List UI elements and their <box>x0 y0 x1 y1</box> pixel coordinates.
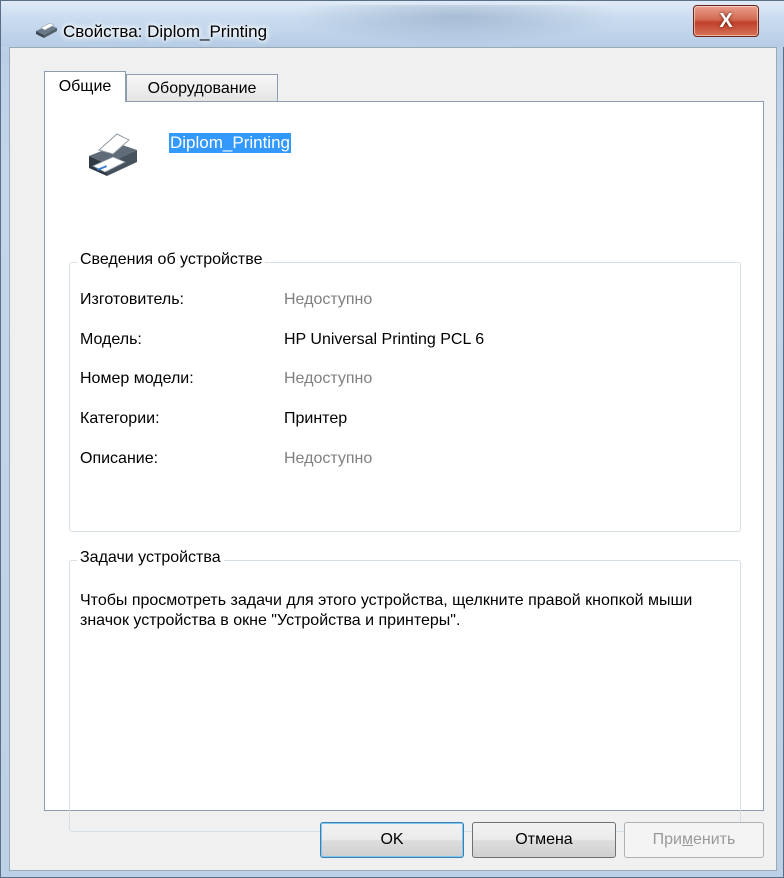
model-number-value: Недоступно <box>284 370 373 387</box>
printer-small-icon <box>36 22 57 38</box>
general-tab-panel: Diplom_Printing Сведения об устройстве И… <box>44 101 764 832</box>
apply-label-mnemonic: м <box>682 831 693 848</box>
categories-label: Категории: <box>80 410 160 427</box>
description-value: Недоступно <box>284 450 373 467</box>
properties-dialog: Свойства: Diplom_Printing X Общие Оборуд… <box>0 0 784 878</box>
model-label: Модель: <box>80 331 142 348</box>
title-bar-background <box>291 5 621 45</box>
tab-general-label: Общие <box>58 78 112 95</box>
apply-button: При м енить <box>624 822 764 858</box>
title-bar[interactable]: Свойства: Diplom_Printing X <box>1 1 784 47</box>
device-tasks-text: Чтобы просмотреть задачи для этого устро… <box>80 592 693 629</box>
cancel-button[interactable]: Отмена <box>472 822 616 858</box>
manufacturer-value: Недоступно <box>284 291 373 308</box>
close-button[interactable]: X <box>693 5 759 37</box>
ok-button[interactable]: OK <box>320 822 464 858</box>
apply-label-prefix: При <box>652 831 682 848</box>
device-name[interactable]: Diplom_Printing <box>169 133 291 153</box>
dialog-client-area: Общие Оборудование Diplom_Printing Сведе… <box>9 47 777 871</box>
categories-value: Принтер <box>284 410 348 427</box>
description-label: Описание: <box>80 450 159 467</box>
device-info-title: Сведения об устройстве <box>77 251 266 269</box>
apply-label-suffix: енить <box>693 831 736 848</box>
device-info-group: Сведения об устройстве Изготовитель: Нед… <box>69 251 741 532</box>
tab-hardware-label: Оборудование <box>147 79 257 97</box>
printer-icon <box>89 133 137 176</box>
model-number-label: Номер модели: <box>80 370 194 387</box>
device-tasks-title: Задачи устройства <box>77 549 224 567</box>
close-icon: X <box>719 9 733 32</box>
window-title: Свойства: Diplom_Printing <box>63 22 268 41</box>
tab-general[interactable]: Общие <box>44 71 126 102</box>
model-value: HP Universal Printing PCL 6 <box>284 331 485 348</box>
device-tasks-group: Задачи устройства Чтобы просмотреть зада… <box>69 549 741 832</box>
tab-hardware[interactable]: Оборудование <box>126 74 278 102</box>
manufacturer-label: Изготовитель: <box>80 291 184 308</box>
